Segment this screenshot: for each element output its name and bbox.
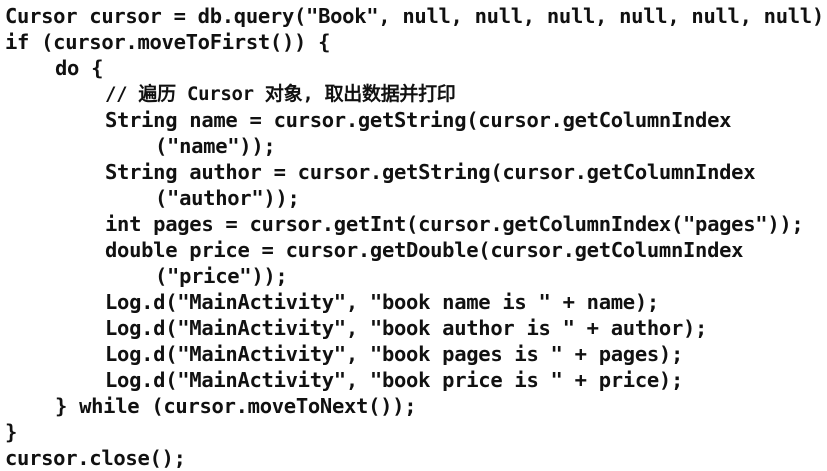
code-text: ("author"));	[155, 186, 300, 210]
code-text: Log.d("MainActivity", "book name is " + …	[105, 290, 659, 314]
code-line-18: cursor.close();	[5, 445, 825, 471]
code-line-3: do {	[5, 55, 825, 81]
code-block: Cursor cursor = db.query("Book", null, n…	[5, 3, 827, 471]
code-text: cursor.close();	[5, 446, 186, 470]
code-line-2: if (cursor.moveToFirst()) {	[5, 29, 825, 55]
code-comment-line: // 遍历 Cursor 对象, 取出数据并打印	[5, 81, 825, 107]
code-text: } while (cursor.moveToNext());	[55, 394, 417, 418]
code-line-11: ("price"));	[5, 263, 825, 289]
code-text: String author = cursor.getString(cursor.…	[105, 160, 756, 184]
code-text: String name = cursor.getString(cursor.ge…	[105, 108, 732, 132]
code-text: int pages = cursor.getInt(cursor.getColu…	[105, 212, 804, 236]
code-text: Log.d("MainActivity", "book author is " …	[105, 316, 708, 340]
code-line-9: int pages = cursor.getInt(cursor.getColu…	[5, 211, 825, 237]
code-text: Log.d("MainActivity", "book price is " +…	[105, 368, 684, 392]
code-line-12: Log.d("MainActivity", "book name is " + …	[5, 289, 825, 315]
code-text: }	[5, 420, 18, 444]
code-line-1: Cursor cursor = db.query("Book", null, n…	[5, 3, 827, 29]
code-text: double price = cursor.getDouble(cursor.g…	[105, 238, 744, 262]
code-text: Log.d("MainActivity", "book pages is " +…	[105, 342, 684, 366]
code-line-8: ("author"));	[5, 185, 825, 211]
code-text: Cursor cursor = db.query("Book", null, n…	[5, 4, 827, 28]
code-text: if (cursor.moveToFirst()) {	[5, 30, 331, 54]
code-line-10: double price = cursor.getDouble(cursor.g…	[5, 237, 825, 263]
code-line-15: Log.d("MainActivity", "book price is " +…	[5, 367, 825, 393]
code-comment: // 遍历 Cursor 对象, 取出数据并打印	[105, 83, 456, 105]
code-line-7: String author = cursor.getString(cursor.…	[5, 159, 825, 185]
code-line-16: } while (cursor.moveToNext());	[5, 393, 825, 419]
code-line-14: Log.d("MainActivity", "book pages is " +…	[5, 341, 825, 367]
code-line-13: Log.d("MainActivity", "book author is " …	[5, 315, 825, 341]
code-line-17: }	[5, 419, 825, 445]
code-text: ("price"));	[155, 264, 288, 288]
code-text: ("name"));	[155, 134, 276, 158]
code-text: do {	[55, 56, 104, 80]
code-line-6: ("name"));	[5, 133, 825, 159]
code-line-5: String name = cursor.getString(cursor.ge…	[5, 107, 825, 133]
